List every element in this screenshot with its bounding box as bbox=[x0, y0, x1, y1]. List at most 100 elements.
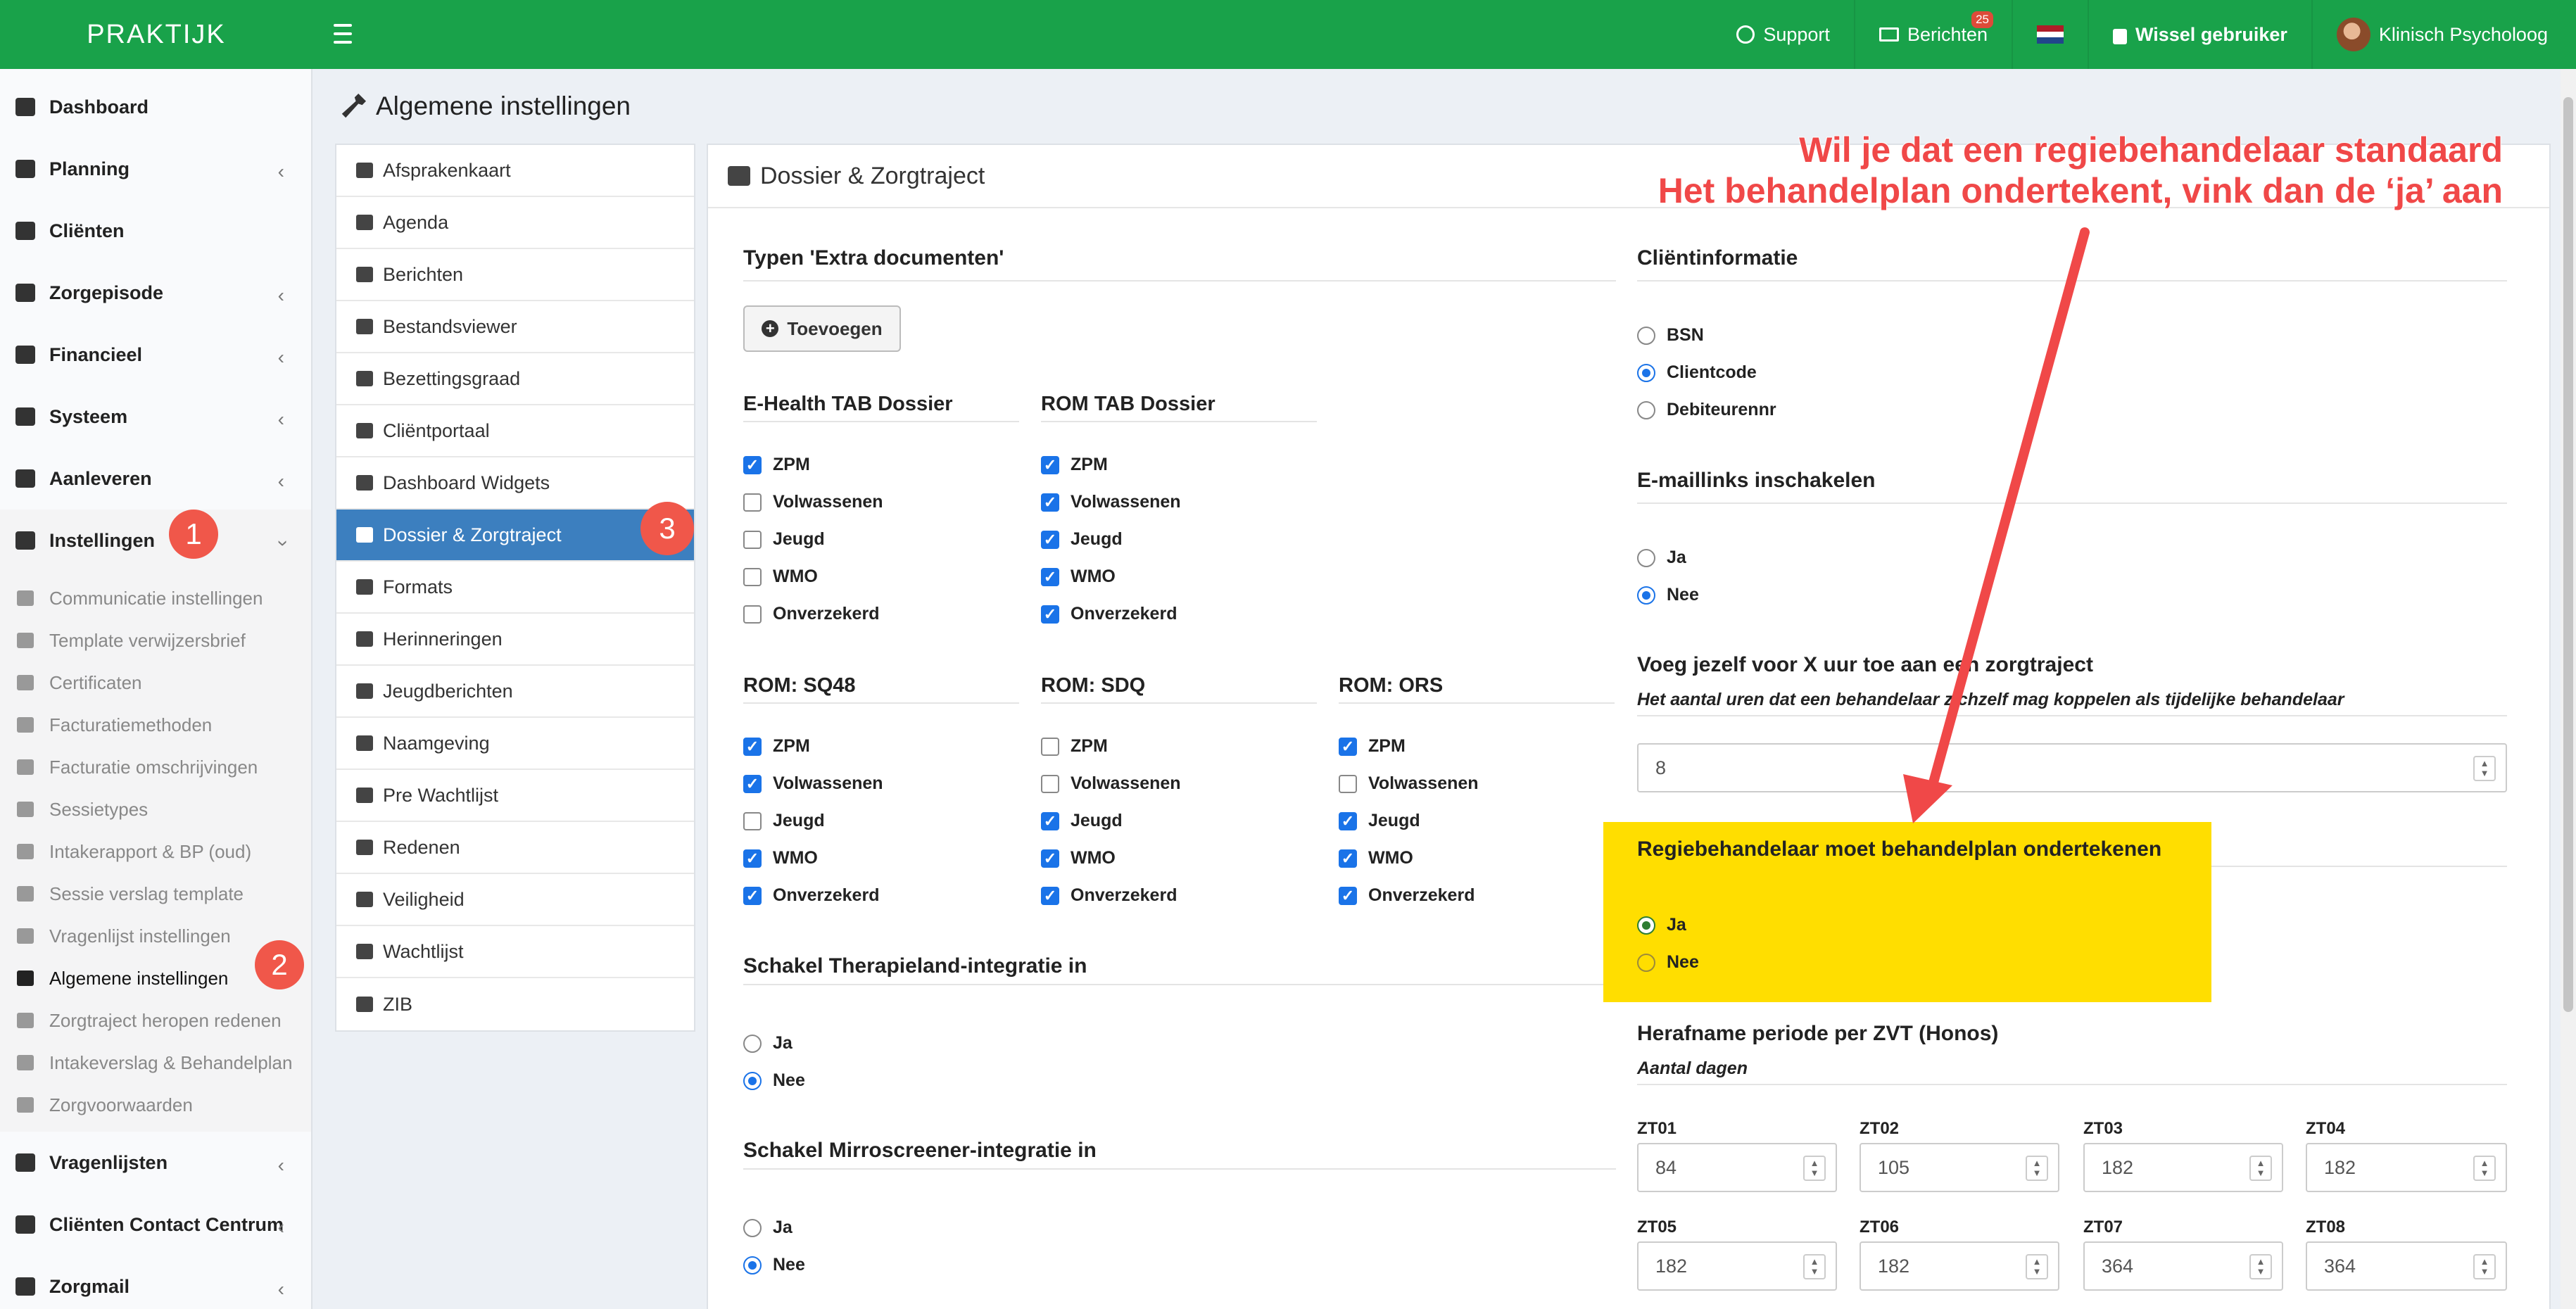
rom-sq48-option[interactable]: WMO bbox=[743, 848, 818, 868]
zt-input[interactable]: 182 ▲ ▼ bbox=[2306, 1143, 2507, 1192]
radio[interactable] bbox=[1637, 363, 1655, 382]
rom-sq48-option[interactable]: Onverzekerd bbox=[743, 885, 879, 906]
rom-sq48-option[interactable]: Jeugd bbox=[743, 811, 825, 831]
checkbox[interactable] bbox=[1041, 774, 1059, 793]
checkbox[interactable] bbox=[743, 774, 762, 793]
number-spinner-icon[interactable]: ▲ ▼ bbox=[2026, 1254, 2048, 1279]
sidebar-item-dashboard[interactable]: Dashboard bbox=[0, 76, 311, 138]
number-spinner-icon[interactable]: ▲ ▼ bbox=[2249, 1156, 2272, 1181]
rom-ors-option[interactable]: ZPM bbox=[1339, 736, 1406, 757]
rom-ors-option[interactable]: Volwassenen bbox=[1339, 773, 1479, 794]
sidebar-item-systeem[interactable]: Systeem ‹ bbox=[0, 386, 311, 448]
rom-tab-option[interactable]: ZPM bbox=[1041, 455, 1108, 475]
rom-tab-option[interactable]: WMO bbox=[1041, 567, 1116, 587]
sidebar-item-planning[interactable]: Planning ‹ bbox=[0, 138, 311, 200]
menu-item-bezettingsgraad[interactable]: Bezettingsgraad bbox=[336, 353, 694, 405]
regie-nee[interactable]: Nee bbox=[1637, 952, 1699, 973]
zt-input[interactable]: 182 ▲ ▼ bbox=[1637, 1241, 1837, 1291]
emaillinks-ja[interactable]: Ja bbox=[1637, 548, 1686, 568]
zt-input[interactable]: 364 ▲ ▼ bbox=[2306, 1241, 2507, 1291]
menu-item-clientportaal[interactable]: Cliëntportaal bbox=[336, 405, 694, 457]
number-spinner-icon[interactable]: ▲ ▼ bbox=[2249, 1254, 2272, 1279]
radio[interactable] bbox=[1637, 326, 1655, 345]
rom-tab-option[interactable]: Jeugd bbox=[1041, 529, 1123, 550]
menu-item-jeugdberichten[interactable]: Jeugdberichten bbox=[336, 666, 694, 718]
rom-sq48-option[interactable]: Volwassenen bbox=[743, 773, 883, 794]
radio[interactable] bbox=[1637, 400, 1655, 419]
subitem-intakerapport[interactable]: Intakerapport & BP (oud) bbox=[0, 830, 311, 873]
checkbox[interactable] bbox=[743, 567, 762, 586]
radio[interactable] bbox=[743, 1071, 762, 1090]
zt-input[interactable]: 84 ▲ ▼ bbox=[1637, 1143, 1837, 1192]
menu-item-wachtlijst[interactable]: Wachtlijst bbox=[336, 926, 694, 978]
number-spinner-icon[interactable]: ▲ ▼ bbox=[2473, 1254, 2496, 1279]
hamburger-menu-icon[interactable] bbox=[334, 24, 352, 44]
checkbox[interactable] bbox=[743, 886, 762, 905]
radio[interactable] bbox=[743, 1218, 762, 1237]
checkbox[interactable] bbox=[1041, 886, 1059, 905]
subitem-zorgtraject-heropen[interactable]: Zorgtraject heropen redenen bbox=[0, 999, 311, 1042]
menu-item-agenda[interactable]: Agenda bbox=[336, 197, 694, 249]
number-spinner-icon[interactable]: ▲ ▼ bbox=[2026, 1156, 2048, 1181]
rom-sdq-option[interactable]: ZPM bbox=[1041, 736, 1108, 757]
number-spinner-icon[interactable]: ▲ ▼ bbox=[2473, 756, 2496, 781]
checkbox[interactable] bbox=[1339, 811, 1357, 830]
menu-item-zib[interactable]: ZIB bbox=[336, 978, 694, 1030]
app-logo[interactable]: PRAKTIJK bbox=[0, 0, 312, 69]
number-spinner-icon[interactable]: ▲ ▼ bbox=[1803, 1156, 1826, 1181]
rom-sdq-option[interactable]: Onverzekerd bbox=[1041, 885, 1177, 906]
sidebar-item-contact-centrum[interactable]: Cliënten Contact Centrum ‹ bbox=[0, 1194, 311, 1256]
rom-sdq-option[interactable]: WMO bbox=[1041, 848, 1116, 868]
sidebar-item-clienten[interactable]: Cliënten bbox=[0, 200, 311, 262]
clientinfo-debiteurennr[interactable]: Debiteurennr bbox=[1637, 400, 1776, 420]
checkbox[interactable] bbox=[1041, 567, 1059, 586]
checkbox[interactable] bbox=[1339, 774, 1357, 793]
therapieland-nee[interactable]: Nee bbox=[743, 1070, 805, 1091]
zt-input[interactable]: 105 ▲ ▼ bbox=[1860, 1143, 2059, 1192]
checkbox[interactable] bbox=[743, 737, 762, 756]
rom-tab-option[interactable]: Onverzekerd bbox=[1041, 604, 1177, 624]
subitem-template-verwijzersbrief[interactable]: Template verwijzersbrief bbox=[0, 619, 311, 662]
checkbox[interactable] bbox=[743, 605, 762, 624]
rom-ors-option[interactable]: Jeugd bbox=[1339, 811, 1420, 831]
checkbox[interactable] bbox=[743, 493, 762, 512]
voeg-hours-input[interactable]: 8 ▲ ▼ bbox=[1637, 743, 2507, 792]
user-menu[interactable]: Klinisch Psycholoog bbox=[2311, 0, 2576, 69]
subitem-facturatiemethoden[interactable]: Facturatiemethoden bbox=[0, 704, 311, 746]
checkbox[interactable] bbox=[1041, 493, 1059, 512]
subitem-intakeverslag[interactable]: Intakeverslag & Behandelplan bbox=[0, 1042, 311, 1084]
ehealth-option[interactable]: WMO bbox=[743, 567, 818, 587]
switch-user-link[interactable]: Wissel gebruiker bbox=[2088, 0, 2311, 69]
emaillinks-nee[interactable]: Nee bbox=[1637, 585, 1699, 605]
language-selector[interactable] bbox=[2012, 0, 2088, 69]
checkbox[interactable] bbox=[1339, 737, 1357, 756]
checkbox[interactable] bbox=[1041, 849, 1059, 868]
zt-input[interactable]: 182 ▲ ▼ bbox=[1860, 1241, 2059, 1291]
rom-sdq-option[interactable]: Volwassenen bbox=[1041, 773, 1181, 794]
checkbox[interactable] bbox=[1041, 737, 1059, 756]
menu-item-herinneringen[interactable]: Herinneringen bbox=[336, 614, 694, 666]
subitem-sessietypes[interactable]: Sessietypes bbox=[0, 788, 311, 830]
support-link[interactable]: Support bbox=[1712, 0, 1854, 69]
sidebar-item-vragenlijsten[interactable]: Vragenlijsten ‹ bbox=[0, 1132, 311, 1194]
menu-item-pre-wachtlijst[interactable]: Pre Wachtlijst bbox=[336, 770, 694, 822]
therapieland-ja[interactable]: Ja bbox=[743, 1033, 793, 1054]
subitem-zorgvoorwaarden[interactable]: Zorgvoorwaarden bbox=[0, 1084, 311, 1126]
menu-item-redenen[interactable]: Redenen bbox=[336, 822, 694, 874]
ehealth-option[interactable]: ZPM bbox=[743, 455, 810, 475]
menu-item-naamgeving[interactable]: Naamgeving bbox=[336, 718, 694, 770]
zt-input[interactable]: 182 ▲ ▼ bbox=[2083, 1143, 2283, 1192]
number-spinner-icon[interactable]: ▲ ▼ bbox=[1803, 1254, 1826, 1279]
subitem-certificaten[interactable]: Certificaten bbox=[0, 662, 311, 704]
checkbox[interactable] bbox=[743, 455, 762, 474]
checkbox[interactable] bbox=[1041, 455, 1059, 474]
clientinfo-bsn[interactable]: BSN bbox=[1637, 325, 1704, 346]
rom-ors-option[interactable]: WMO bbox=[1339, 848, 1413, 868]
subitem-facturatie-omschrijvingen[interactable]: Facturatie omschrijvingen bbox=[0, 746, 311, 788]
ehealth-option[interactable]: Jeugd bbox=[743, 529, 825, 550]
ehealth-option[interactable]: Volwassenen bbox=[743, 492, 883, 512]
page-scrollbar[interactable] bbox=[2561, 69, 2576, 1309]
checkbox[interactable] bbox=[743, 849, 762, 868]
sidebar-item-instellingen[interactable]: Instellingen ‹ bbox=[0, 510, 311, 571]
checkbox[interactable] bbox=[1041, 605, 1059, 624]
